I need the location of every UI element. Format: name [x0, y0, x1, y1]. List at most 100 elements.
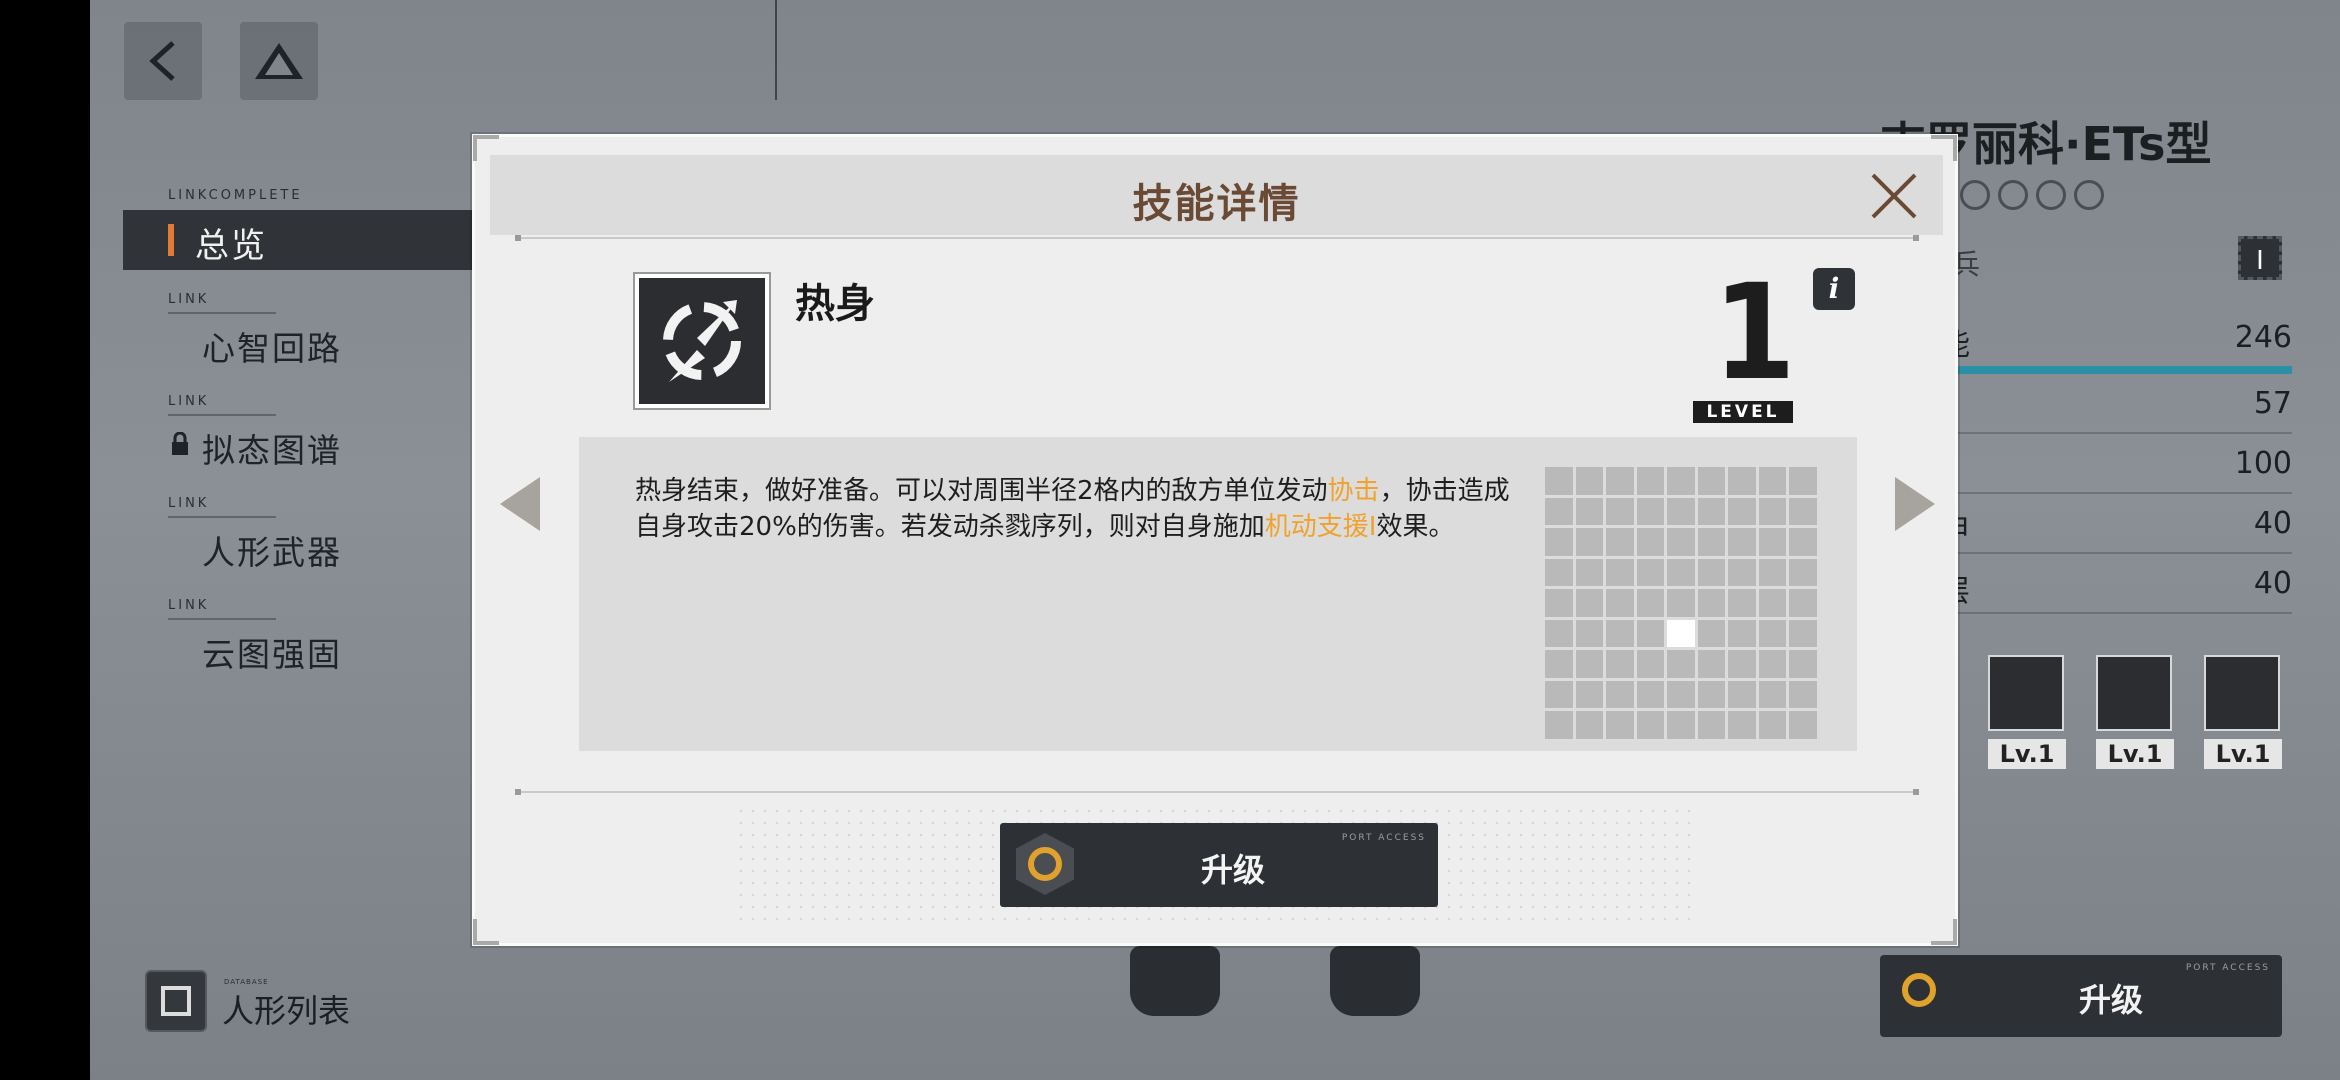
grid-cell — [1697, 680, 1726, 709]
grid-cell — [1758, 467, 1787, 495]
frame-corner — [473, 919, 499, 945]
grid-cell — [1728, 589, 1756, 617]
warmup-skill-icon — [635, 274, 769, 408]
grid-cell — [1758, 528, 1787, 556]
flame-skill-icon — [1988, 655, 2064, 731]
grid-cell — [1636, 711, 1665, 739]
class-badge: I — [2238, 236, 2282, 280]
doll-list-caption: DATABASE — [224, 978, 269, 986]
grid-cell — [1667, 528, 1695, 556]
grid-cell — [1545, 680, 1573, 709]
info-icon[interactable]: i — [1813, 268, 1855, 310]
grid-cell — [1636, 589, 1665, 617]
home-button[interactable] — [240, 22, 318, 100]
grid-cell — [1575, 650, 1604, 678]
nav-divider — [168, 618, 276, 620]
grid-cell — [1789, 528, 1817, 556]
nav-caption: LINKCOMPLETE — [168, 188, 303, 203]
sidebar-item-label: 总览 — [195, 226, 267, 266]
skill-slot-2[interactable]: Lv.1 — [2096, 655, 2174, 769]
upgrade-button[interactable]: 升级 PORT ACCESS — [1000, 823, 1438, 907]
keyword-link[interactable]: 机动支援I — [1265, 512, 1377, 542]
grid-cell — [1758, 558, 1787, 587]
doll-list-label[interactable]: 人形列表 — [222, 986, 350, 1032]
grid-cell — [1606, 650, 1634, 678]
grid-cell — [1575, 680, 1604, 709]
prev-skill-arrow[interactable] — [500, 477, 540, 531]
keyword-link[interactable]: 协击 — [1328, 476, 1380, 506]
grid-cell — [1667, 680, 1695, 709]
nav-divider — [168, 516, 276, 518]
grid-cell — [1789, 589, 1817, 617]
grid-cell — [1758, 711, 1787, 739]
upgrade-label: 升级 — [1200, 851, 1265, 889]
character-boot-left — [1130, 946, 1220, 1016]
grid-cell — [1789, 558, 1817, 587]
warmup-skill-icon — [2096, 655, 2172, 731]
grid-cell — [1728, 467, 1756, 495]
footer-divider — [515, 789, 1919, 795]
locked-skill-icon — [2204, 655, 2280, 731]
panel-upgrade-button[interactable]: 升级 PORT ACCESS — [1880, 955, 2282, 1037]
grid-cell — [1758, 497, 1787, 526]
grid-cell — [1636, 467, 1665, 495]
grid-cell — [1606, 619, 1634, 648]
next-skill-arrow[interactable] — [1895, 477, 1935, 531]
grid-cell — [1545, 711, 1573, 739]
active-indicator — [168, 224, 174, 256]
grid-cell — [1545, 528, 1573, 556]
sidebar-item-cloud-fortify[interactable]: 云图强固 — [202, 628, 342, 676]
grid-cell — [1545, 619, 1573, 648]
modal-title: 技能详情 — [1132, 181, 1301, 227]
nav-divider — [168, 414, 276, 416]
doll-list-icon[interactable] — [145, 970, 207, 1032]
grid-cell — [1697, 711, 1726, 739]
sidebar-item-mimic-atlas[interactable]: 拟态图谱 — [202, 424, 342, 472]
grid-cell — [1636, 650, 1665, 678]
grid-cell — [1697, 589, 1726, 617]
skill-level-label: LEVEL — [1693, 401, 1793, 423]
grid-cell — [1606, 589, 1634, 617]
grid-cell — [1789, 619, 1817, 648]
skill-level-value: 1 — [1713, 256, 1796, 410]
grid-cell — [1667, 650, 1695, 678]
grid-cell — [1606, 558, 1634, 587]
grid-cell — [1697, 619, 1726, 648]
skill-description-box: 热身结束，做好准备。可以对周围半径2格内的敌方单位发动协击，协击造成自身攻击20… — [579, 437, 1857, 751]
skill-slot-1[interactable]: Lv.1 — [1988, 655, 2066, 769]
grid-cell — [1575, 711, 1604, 739]
nav-divider — [168, 312, 276, 314]
grid-cell — [1728, 619, 1756, 648]
grid-cell — [1606, 711, 1634, 739]
grid-cell — [1545, 589, 1573, 617]
header-divider — [515, 235, 1919, 241]
nav-caption: LINK — [168, 598, 210, 613]
grid-cell — [1789, 497, 1817, 526]
grid-cell — [1697, 650, 1726, 678]
close-icon[interactable] — [1867, 169, 1921, 223]
grid-cell — [1636, 528, 1665, 556]
grid-cell — [1575, 528, 1604, 556]
grid-cell — [1789, 711, 1817, 739]
sidebar-item-weapon[interactable]: 人形武器 — [202, 526, 342, 574]
skill-slot-3[interactable]: Lv.1 — [2204, 655, 2282, 769]
triangle-logo-icon — [255, 43, 303, 79]
grid-cell — [1575, 589, 1604, 617]
nav-caption: LINK — [168, 292, 210, 307]
grid-cell — [1789, 680, 1817, 709]
star-rating — [1960, 180, 2104, 210]
character-boot-right — [1330, 946, 1420, 1016]
grid-cell — [1545, 558, 1573, 587]
grid-cell — [1697, 497, 1726, 526]
grid-cell — [1636, 558, 1665, 587]
grid-cell — [1636, 497, 1665, 526]
sidebar-item-mind-circuit[interactable]: 心智回路 — [202, 322, 342, 370]
grid-cell — [1575, 558, 1604, 587]
skill-detail-modal: 技能详情 热身 i 1 LEVEL 热身结束，做好准备。可以对周围半径2格内的敌… — [472, 134, 1958, 946]
grid-cell — [1758, 619, 1787, 648]
grid-cell — [1728, 650, 1756, 678]
back-button[interactable] — [124, 22, 202, 100]
lock-icon — [172, 432, 188, 455]
grid-cell — [1667, 467, 1695, 495]
grid-cell — [1575, 619, 1604, 648]
